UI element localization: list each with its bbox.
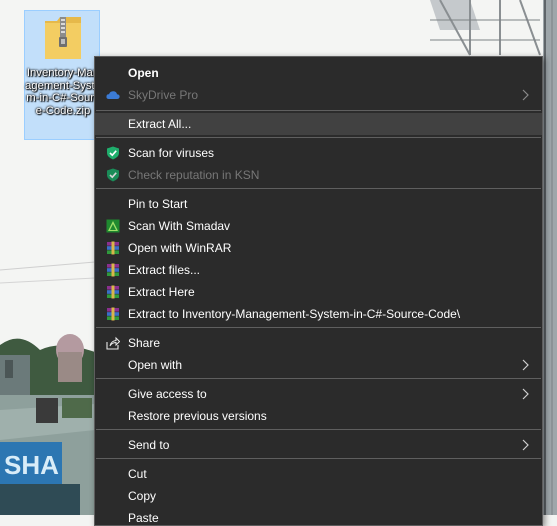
- menu-item-send-to[interactable]: Send to: [95, 434, 542, 456]
- menu-item-label: Scan With Smadav: [128, 219, 231, 233]
- menu-item-label: Open with WinRAR: [128, 241, 232, 255]
- menu-separator: [96, 137, 541, 138]
- menu-item-label: Cut: [128, 467, 147, 481]
- menu-item-label: Extract All...: [128, 117, 192, 131]
- chevron-right-icon: [522, 89, 529, 101]
- chevron-right-icon: [522, 439, 529, 451]
- menu-item-label: Extract Here: [128, 285, 195, 299]
- kaspersky-shield-icon: [107, 146, 119, 160]
- smadav-icon: [106, 219, 120, 233]
- menu-item-label: Share: [128, 336, 161, 350]
- menu-item-label: Copy: [128, 489, 157, 503]
- menu-item-cut[interactable]: Cut: [95, 463, 542, 485]
- menu-separator: [96, 458, 541, 459]
- menu-item-scan-for-viruses[interactable]: Scan for viruses: [95, 142, 542, 164]
- menu-item-label: Extract files...: [128, 263, 201, 277]
- share-icon: [106, 336, 120, 350]
- kaspersky-shield-icon: [107, 168, 119, 182]
- menu-item-skydrive-pro[interactable]: SkyDrive Pro: [95, 84, 542, 106]
- menu-item-label: Restore previous versions: [128, 409, 267, 423]
- menu-item-give-access-to[interactable]: Give access to: [95, 383, 542, 405]
- winrar-icon: [107, 307, 119, 321]
- menu-item-share[interactable]: Share: [95, 332, 542, 354]
- file-name-label: Inventory-Management-System-in-C#-Source…: [25, 67, 101, 117]
- context-menu: Open SkyDrive Pro Extract All... Scan fo…: [94, 56, 543, 526]
- menu-item-label: Open with: [128, 358, 183, 372]
- menu-item-extract-here[interactable]: Extract Here: [95, 281, 542, 303]
- cloud-icon: [106, 91, 120, 99]
- menu-item-extract-to-folder[interactable]: Extract to Inventory-Management-System-i…: [95, 303, 542, 325]
- menu-item-label: Check reputation in KSN: [128, 168, 260, 182]
- menu-item-check-reputation-ksn[interactable]: Check reputation in KSN: [95, 164, 542, 186]
- chevron-right-icon: [522, 388, 529, 400]
- menu-item-label: Give access to: [128, 387, 207, 401]
- winrar-icon: [107, 241, 119, 255]
- menu-separator: [96, 188, 541, 189]
- menu-separator: [96, 429, 541, 430]
- menu-item-scan-with-smadav[interactable]: Scan With Smadav: [95, 215, 542, 237]
- desktop-zip-file[interactable]: Inventory-Management-System-in-C#-Source…: [24, 10, 101, 140]
- zip-folder-icon: [45, 17, 81, 59]
- menu-item-paste[interactable]: Paste: [95, 507, 542, 525]
- menu-item-label: Pin to Start: [128, 197, 188, 211]
- menu-item-label: SkyDrive Pro: [128, 88, 199, 102]
- menu-item-open-with-winrar[interactable]: Open with WinRAR: [95, 237, 542, 259]
- menu-item-extract-files[interactable]: Extract files...: [95, 259, 542, 281]
- menu-item-open[interactable]: Open: [95, 62, 542, 84]
- winrar-icon: [107, 285, 119, 299]
- menu-item-pin-to-start[interactable]: Pin to Start: [95, 193, 542, 215]
- menu-item-extract-all[interactable]: Extract All...: [95, 113, 542, 135]
- menu-item-label: Extract to Inventory-Management-System-i…: [128, 307, 461, 321]
- menu-separator: [96, 327, 541, 328]
- menu-item-label: Scan for viruses: [128, 146, 215, 160]
- svg-text:SHA: SHA: [4, 450, 59, 480]
- chevron-right-icon: [522, 359, 529, 371]
- menu-item-restore-previous-versions[interactable]: Restore previous versions: [95, 405, 542, 427]
- winrar-icon: [107, 263, 119, 277]
- menu-item-open-with[interactable]: Open with: [95, 354, 542, 376]
- menu-separator: [96, 110, 541, 111]
- menu-item-copy[interactable]: Copy: [95, 485, 542, 507]
- menu-item-label: Paste: [128, 511, 159, 525]
- menu-item-label: Send to: [128, 438, 170, 452]
- menu-separator: [96, 378, 541, 379]
- menu-item-label: Open: [128, 66, 159, 80]
